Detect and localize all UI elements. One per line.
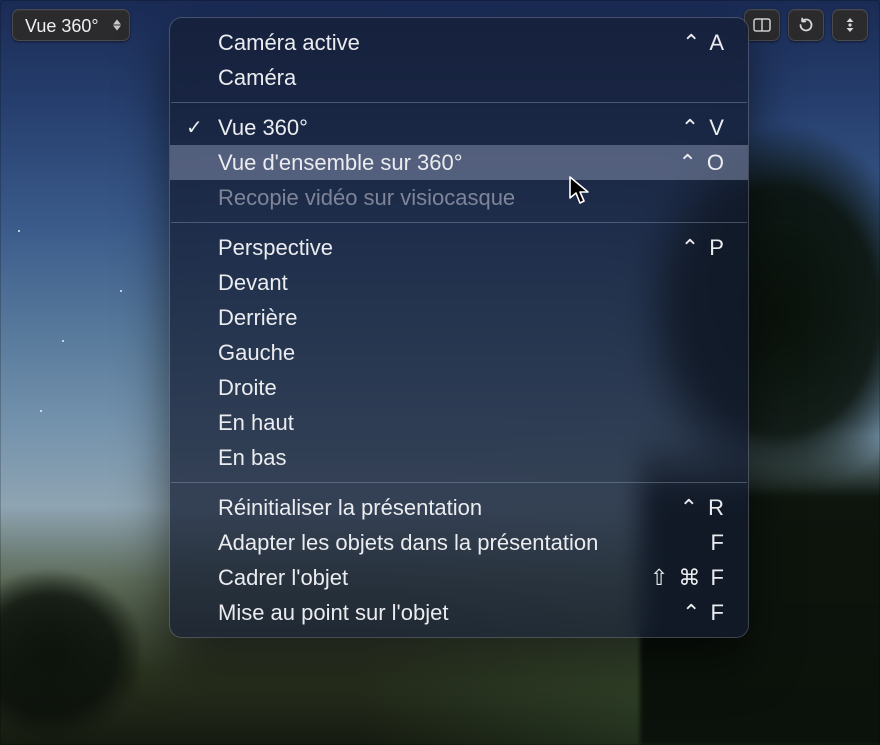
menu-item-label: Réinitialiser la présentation (218, 495, 680, 521)
menu-separator (171, 102, 747, 103)
menu-item[interactable]: En bas (170, 440, 748, 475)
split-rect-icon (753, 18, 771, 32)
menu-item-label: Cadrer l'objet (218, 565, 650, 591)
menu-item-shortcut: ⌃ O (678, 150, 726, 176)
menu-item[interactable]: Caméra active⌃ A (170, 25, 748, 60)
refresh-icon (797, 16, 815, 34)
menu-item[interactable]: Caméra (170, 60, 748, 95)
menu-item-shortcut: ⌃ F (682, 600, 726, 626)
menu-separator (171, 482, 747, 483)
star (18, 230, 20, 232)
updown-stepper-icon (113, 20, 121, 31)
scene-tree-left (0, 565, 140, 745)
menu-item[interactable]: Vue d'ensemble sur 360°⌃ O (170, 145, 748, 180)
menu-item: Recopie vidéo sur visiocasque (170, 180, 748, 215)
menu-item[interactable]: Cadrer l'objet⇧ ⌘ F (170, 560, 748, 595)
menu-item[interactable]: Derrière (170, 300, 748, 335)
star (120, 290, 122, 292)
menu-item-label: En bas (218, 445, 726, 471)
menu-item-label: Adapter les objets dans la présentation (218, 530, 711, 556)
menu-item-label: Derrière (218, 305, 726, 331)
camera-view-menu[interactable]: Caméra active⌃ ACaméra✓Vue 360°⌃ VVue d'… (170, 18, 748, 637)
camera-view-selector[interactable]: Vue 360° (12, 9, 130, 41)
menu-item[interactable]: Mise au point sur l'objet⌃ F (170, 595, 748, 630)
menu-item-label: Vue 360° (218, 115, 681, 141)
split-view-button[interactable] (744, 9, 780, 41)
menu-item-label: Devant (218, 270, 726, 296)
menu-item-shortcut: ⌃ P (681, 235, 726, 261)
menu-separator (171, 222, 747, 223)
menu-item-shortcut: F (711, 530, 726, 556)
menu-item-label: Droite (218, 375, 726, 401)
pan-zoom-button[interactable] (832, 9, 868, 41)
vertical-arrows-icon (843, 16, 857, 34)
menu-item-shortcut: ⌃ R (680, 495, 726, 521)
menu-item-label: Perspective (218, 235, 681, 261)
menu-item-label: Caméra active (218, 30, 682, 56)
menu-item-shortcut: ⇧ ⌘ F (650, 565, 726, 591)
menu-item-shortcut: ⌃ A (682, 30, 726, 56)
menu-item-label: Recopie vidéo sur visiocasque (218, 185, 726, 211)
menu-item[interactable]: Devant (170, 265, 748, 300)
menu-item[interactable]: En haut (170, 405, 748, 440)
checkmark-icon: ✓ (186, 118, 203, 138)
menu-item[interactable]: Droite (170, 370, 748, 405)
star (62, 340, 64, 342)
menu-item-shortcut: ⌃ V (681, 115, 726, 141)
reset-orbit-button[interactable] (788, 9, 824, 41)
menu-item-label: Caméra (218, 65, 726, 91)
menu-item[interactable]: Perspective⌃ P (170, 230, 748, 265)
menu-item[interactable]: Réinitialiser la présentation⌃ R (170, 490, 748, 525)
menu-item-label: En haut (218, 410, 726, 436)
menu-item-label: Vue d'ensemble sur 360° (218, 150, 678, 176)
menu-item[interactable]: Adapter les objets dans la présentationF (170, 525, 748, 560)
toolbar-right-group (744, 9, 868, 41)
menu-item[interactable]: ✓ Vue 360°⌃ V (170, 110, 748, 145)
menu-item[interactable]: Gauche (170, 335, 748, 370)
star (40, 410, 42, 412)
menu-item-label: Gauche (218, 340, 726, 366)
camera-view-selector-label: Vue 360° (25, 16, 99, 36)
menu-item-label: Mise au point sur l'objet (218, 600, 682, 626)
